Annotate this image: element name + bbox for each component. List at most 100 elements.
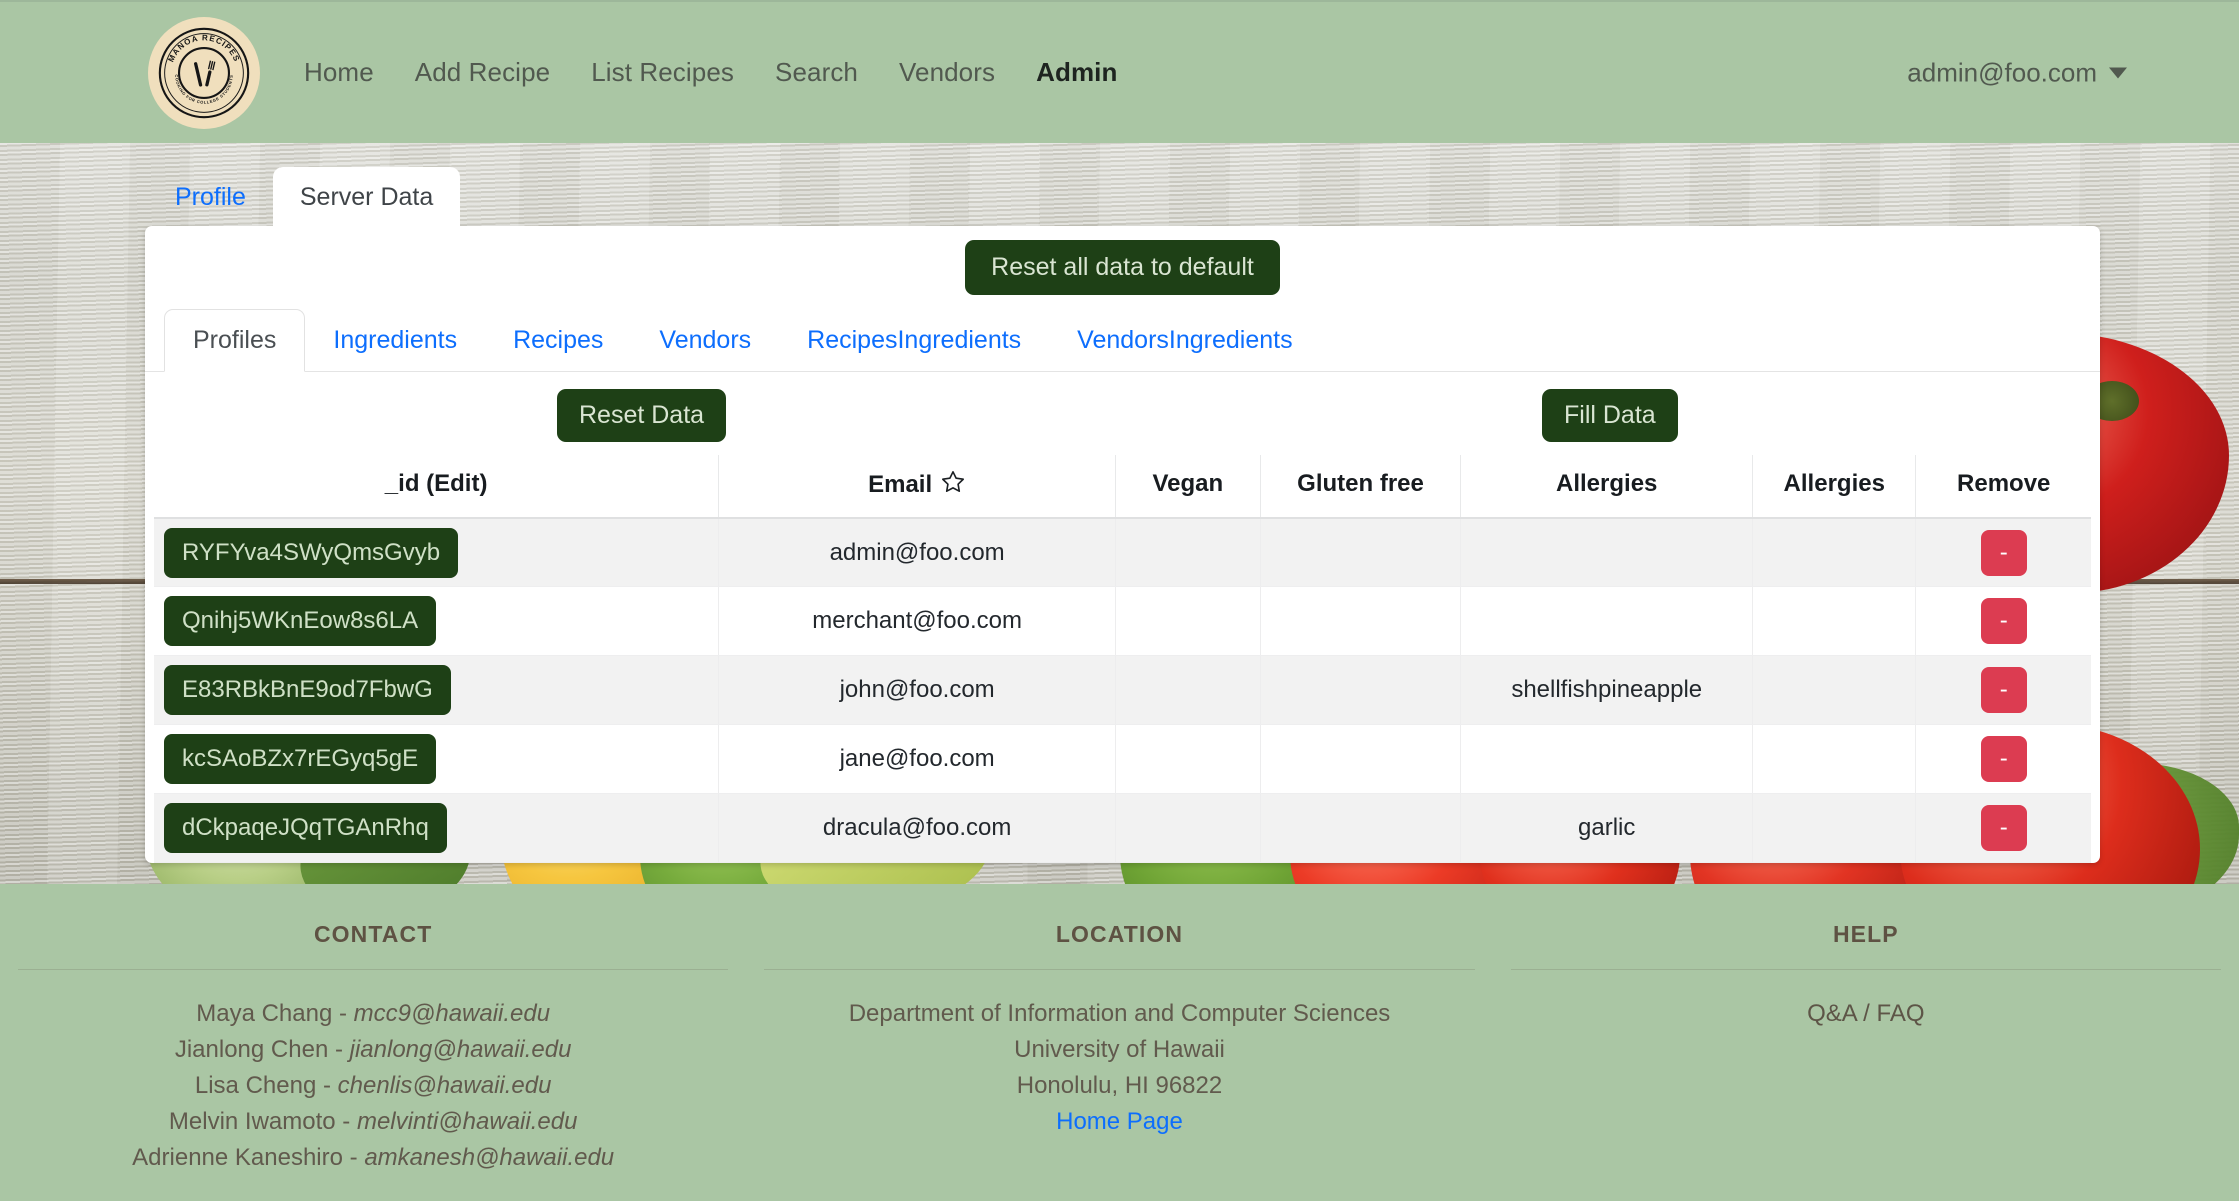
nav-link-add-recipe[interactable]: Add Recipe (415, 57, 550, 88)
tab-profiles[interactable]: Profiles (164, 309, 306, 372)
card-top-actions: Reset all data to default (145, 226, 2100, 309)
cell-allergies-2 (1752, 517, 1916, 588)
table-row: E83RBkBnE9od7FbwG john@foo.com shellfish… (154, 655, 2091, 726)
contact-name: Jianlong Chen - (174, 1036, 350, 1063)
th-id[interactable]: _id (Edit) (154, 454, 719, 519)
caret-down-icon (2109, 67, 2127, 78)
footer-location-line: University of Hawaii (1014, 1036, 1225, 1063)
contact-name: Melvin Iwamoto - (168, 1108, 357, 1135)
server-data-card: Reset all data to default Profiles Ingre… (145, 226, 2100, 864)
cell-vegan (1114, 517, 1261, 588)
footer-location-line: Honolulu, HI 96822 (1016, 1072, 1223, 1099)
edit-profile-button[interactable]: dCkpaqeJQqTGAnRhq (164, 803, 447, 854)
footer-location-title: LOCATION (1055, 921, 1184, 947)
footer-contact-title: CONTACT (313, 921, 433, 947)
edit-profile-button[interactable]: E83RBkBnE9od7FbwG (164, 665, 451, 716)
tab-recipes-ingredients[interactable]: RecipesIngredients (779, 310, 1049, 371)
contact-email: melvinti@hawaii.edu (356, 1108, 578, 1135)
cell-allergies-2 (1752, 724, 1916, 795)
cell-allergies-2 (1752, 793, 1916, 864)
cell-allergies-2 (1752, 586, 1916, 657)
cell-allergies-1 (1460, 517, 1753, 588)
tab-vendors[interactable]: Vendors (631, 310, 779, 371)
cell-allergies-1: garlic (1460, 793, 1753, 864)
fill-data-button[interactable]: Fill Data (1542, 388, 1678, 442)
cell-allergies-1 (1460, 724, 1753, 795)
site-footer: CONTACT Maya Chang - mcc9@hawaii.edu Jia… (0, 884, 2239, 1201)
profiles-table: _id (Edit) Email Vegan Gluten free Aller… (154, 454, 2091, 864)
edit-profile-button[interactable]: RYFYva4SWyQmsGvyb (164, 527, 459, 578)
table-body: RYFYva4SWyQmsGvyb admin@foo.com - Qnihj5… (154, 517, 2091, 864)
cell-vegan (1114, 655, 1261, 726)
remove-row-button[interactable]: - (1980, 598, 2027, 645)
cell-remove: - (1915, 655, 2091, 726)
cell-allergies-1: shellfishpineapple (1460, 655, 1753, 726)
table-header-row: _id (Edit) Email Vegan Gluten free Aller… (154, 454, 2091, 519)
cell-gluten-free (1259, 793, 1461, 864)
reset-all-data-button[interactable]: Reset all data to default (965, 240, 1280, 295)
account-email-label: admin@foo.com (1907, 57, 2097, 87)
cell-gluten-free (1259, 655, 1461, 726)
tab-server-data[interactable]: Server Data (272, 167, 461, 229)
remove-row-button[interactable]: - (1980, 805, 2027, 852)
footer-contact-person: Jianlong Chen - jianlong@hawaii.edu (0, 1032, 746, 1068)
footer-home-page-link[interactable]: Home Page (1056, 1108, 1183, 1135)
edit-profile-button[interactable]: kcSAoBZx7rEGyq5gE (164, 734, 437, 785)
nav-link-search[interactable]: Search (775, 57, 858, 88)
footer-contact-person: Adrienne Kaneshiro - amkanesh@hawaii.edu (0, 1140, 746, 1176)
nav-links: Home Add Recipe List Recipes Search Vend… (304, 57, 1118, 88)
cell-email: admin@foo.com (718, 517, 1116, 588)
contact-name: Adrienne Kaneshiro - (132, 1144, 365, 1171)
remove-row-button[interactable]: - (1980, 667, 2027, 714)
nav-link-home[interactable]: Home (304, 57, 374, 88)
cell-gluten-free (1259, 724, 1461, 795)
cell-id: dCkpaqeJQqTGAnRhq (154, 793, 719, 864)
cell-vegan (1114, 793, 1261, 864)
cell-id: E83RBkBnE9od7FbwG (154, 655, 719, 726)
footer-location-column: LOCATION Department of Information and C… (746, 884, 1492, 1201)
edit-profile-button[interactable]: Qnihj5WKnEow8s6LA (164, 596, 437, 647)
footer-divider (764, 969, 1475, 970)
tab-profile[interactable]: Profile (148, 167, 273, 229)
site-logo[interactable]: MANOA RECIPES COOKING FOR COLLEGE STUDEN… (148, 16, 260, 129)
nav-link-list-recipes[interactable]: List Recipes (591, 57, 734, 88)
cell-vegan (1114, 586, 1261, 657)
footer-help-column: HELP Q&A / FAQ (1493, 884, 2239, 1201)
footer-contact-person: Melvin Iwamoto - melvinti@hawaii.edu (0, 1104, 746, 1140)
table-head: _id (Edit) Email Vegan Gluten free Aller… (154, 454, 2091, 519)
footer-divider (18, 969, 729, 970)
star-outline-icon[interactable] (940, 469, 966, 495)
footer-contact-column: CONTACT Maya Chang - mcc9@hawaii.edu Jia… (0, 884, 746, 1201)
cell-email: jane@foo.com (718, 724, 1116, 795)
table-row: dCkpaqeJQqTGAnRhq dracula@foo.com garlic… (154, 793, 2091, 864)
th-allergies-2[interactable]: Allergies (1752, 454, 1916, 519)
table-row: Qnihj5WKnEow8s6LA merchant@foo.com - (154, 586, 2091, 657)
nav-link-admin[interactable]: Admin (1036, 57, 1117, 88)
cell-allergies-1 (1460, 586, 1753, 657)
remove-row-button[interactable]: - (1980, 736, 2027, 783)
cell-remove: - (1915, 724, 2091, 795)
th-allergies-1[interactable]: Allergies (1460, 454, 1753, 519)
footer-contact-person: Maya Chang - mcc9@hawaii.edu (0, 996, 746, 1032)
top-navbar: MANOA RECIPES COOKING FOR COLLEGE STUDEN… (0, 0, 2239, 143)
contact-email: mcc9@hawaii.edu (353, 1000, 551, 1027)
cell-id: RYFYva4SWyQmsGvyb (154, 517, 719, 588)
th-vegan[interactable]: Vegan (1114, 454, 1261, 519)
tab-ingredients[interactable]: Ingredients (305, 310, 485, 371)
manoa-recipes-logo-icon: MANOA RECIPES COOKING FOR COLLEGE STUDEN… (158, 27, 250, 118)
reset-data-button[interactable]: Reset Data (557, 388, 727, 442)
tab-vendors-ingredients[interactable]: VendorsIngredients (1049, 310, 1320, 371)
remove-row-button[interactable]: - (1980, 529, 2027, 576)
nav-link-vendors[interactable]: Vendors (899, 57, 995, 88)
tab-recipes[interactable]: Recipes (485, 310, 631, 371)
cell-email: dracula@foo.com (718, 793, 1116, 864)
cell-id: kcSAoBZx7rEGyq5gE (154, 724, 719, 795)
th-gluten-free[interactable]: Gluten free (1259, 454, 1461, 519)
cell-remove: - (1915, 517, 2091, 588)
account-menu[interactable]: admin@foo.com (1907, 57, 2127, 88)
footer-divider (1510, 969, 2221, 970)
cell-remove: - (1915, 586, 2091, 657)
cell-gluten-free (1259, 517, 1461, 588)
footer-help-line: Q&A / FAQ (1807, 1000, 1925, 1027)
th-email[interactable]: Email (718, 454, 1116, 519)
